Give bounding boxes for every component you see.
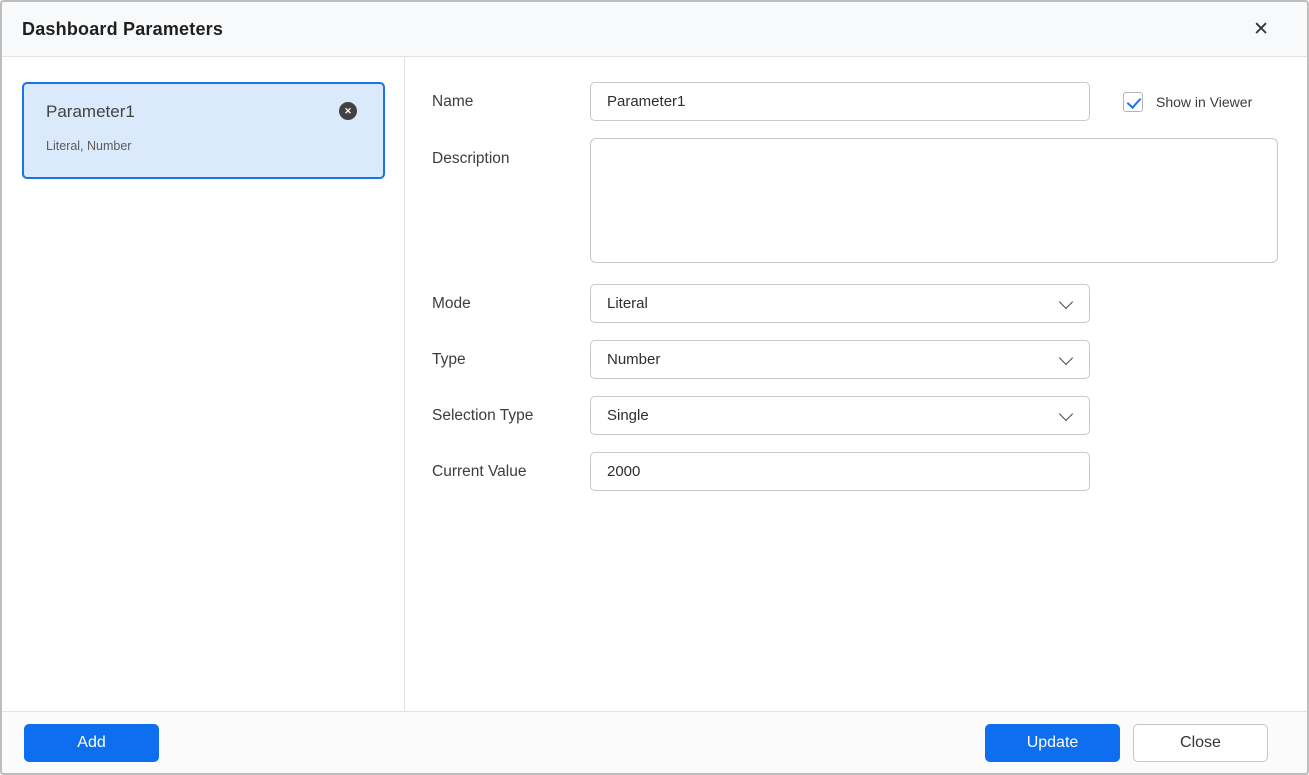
show-in-viewer-checkbox[interactable]: Show in Viewer	[1123, 92, 1252, 112]
type-select-value: Number	[607, 351, 660, 368]
mode-select-value: Literal	[607, 295, 648, 312]
mode-label: Mode	[432, 295, 590, 313]
selection-type-select[interactable]: Single	[590, 396, 1090, 435]
current-value-label: Current Value	[432, 463, 590, 481]
parameters-list-panel: Parameter1 Literal, Number ✕	[2, 57, 405, 711]
dialog-close-button[interactable]: ✕	[1245, 16, 1277, 43]
type-label: Type	[432, 351, 590, 369]
mode-select[interactable]: Literal	[590, 284, 1090, 323]
name-row: Name Show in Viewer	[432, 82, 1278, 121]
selection-type-row: Selection Type Single	[432, 396, 1278, 435]
parameter-list-item[interactable]: Parameter1 Literal, Number ✕	[22, 82, 385, 179]
parameter-form: Name Show in Viewer Description Mode Lit…	[405, 57, 1309, 711]
parameter-item-name: Parameter1	[46, 102, 359, 122]
dialog-footer: Add Update Close	[2, 711, 1307, 773]
dialog-header: Dashboard Parameters ✕	[2, 2, 1307, 57]
dialog-title: Dashboard Parameters	[22, 19, 223, 40]
selection-type-label: Selection Type	[432, 407, 590, 425]
chevron-down-icon	[1059, 295, 1073, 309]
close-button[interactable]: Close	[1133, 724, 1268, 762]
update-button[interactable]: Update	[985, 724, 1120, 762]
mode-row: Mode Literal	[432, 284, 1278, 323]
dashboard-parameters-dialog: Dashboard Parameters ✕ Parameter1 Litera…	[0, 0, 1309, 775]
chevron-down-icon	[1059, 351, 1073, 365]
name-input[interactable]	[590, 82, 1090, 121]
current-value-row: Current Value	[432, 452, 1278, 491]
chevron-down-icon	[1059, 407, 1073, 421]
description-textarea[interactable]	[590, 138, 1278, 263]
current-value-input[interactable]	[590, 452, 1090, 491]
selection-type-select-value: Single	[607, 407, 649, 424]
description-row: Description	[432, 138, 1278, 263]
type-row: Type Number	[432, 340, 1278, 379]
close-icon: ✕	[1253, 19, 1269, 40]
checkbox-check-icon	[1123, 92, 1143, 112]
add-button[interactable]: Add	[24, 724, 159, 762]
description-label: Description	[432, 138, 590, 168]
parameter-item-summary: Literal, Number	[46, 139, 359, 153]
name-label: Name	[432, 93, 590, 111]
remove-parameter-button[interactable]: ✕	[339, 102, 357, 120]
show-in-viewer-label: Show in Viewer	[1156, 94, 1252, 110]
dialog-body: Parameter1 Literal, Number ✕ Name Show i…	[2, 57, 1307, 711]
remove-icon: ✕	[344, 106, 352, 116]
type-select[interactable]: Number	[590, 340, 1090, 379]
